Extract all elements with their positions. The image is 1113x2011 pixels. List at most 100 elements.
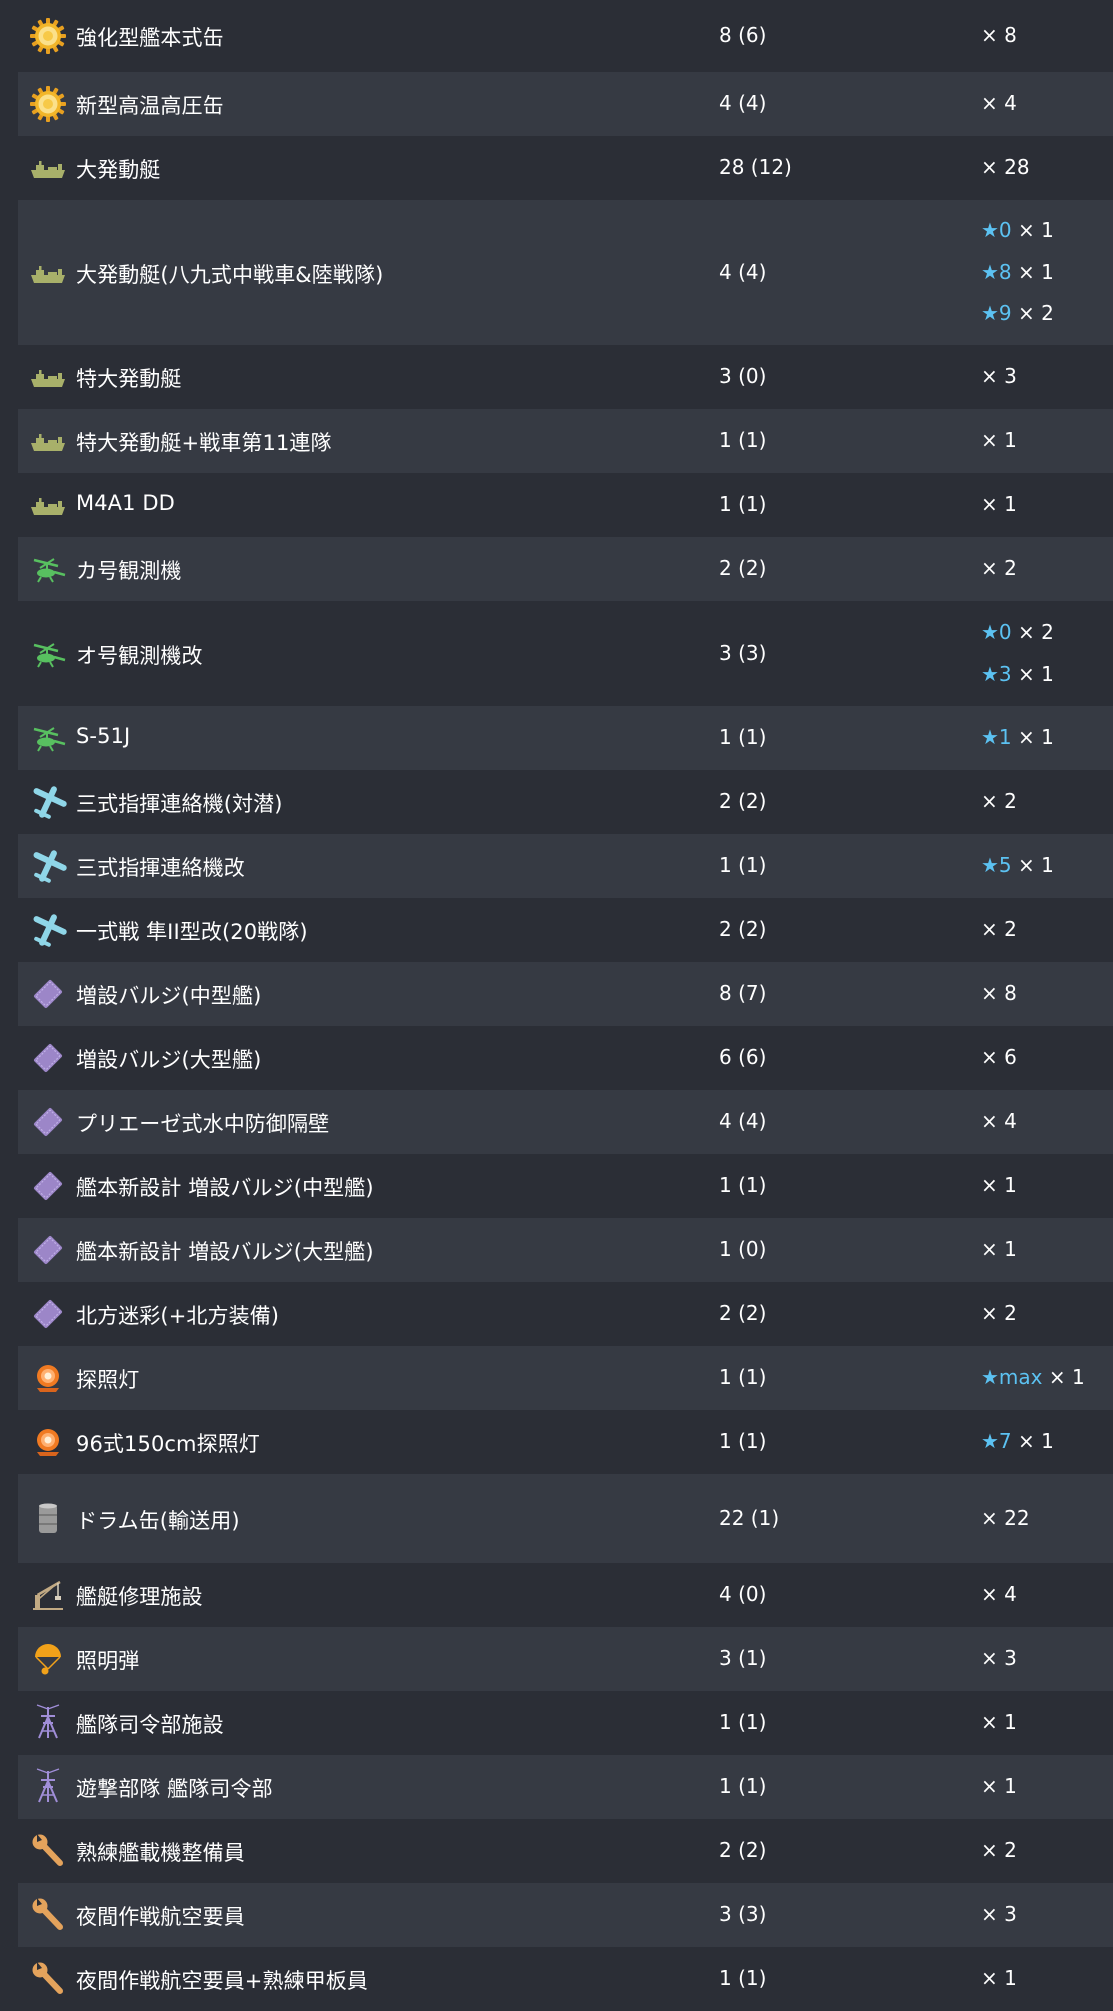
equipment-row[interactable]: 96式150cm探照灯 1 (1) ★7 × 1 [18,1410,1113,1474]
equipment-name: 探照灯 [76,1368,140,1392]
equipment-row[interactable]: 特大発動艇 3 (0) × 3 [18,345,1113,409]
equipment-row[interactable]: 三式指揮連絡機(対潜) 2 (2) × 2 [18,770,1113,834]
quantity-value: × 3 [981,1902,1017,1927]
landing-craft-icon [28,485,68,525]
equipment-name: 増設バルジ(中型艦) [76,984,262,1008]
equipment-row[interactable]: 艦艇修理施設 4 (0) × 4 [18,1563,1113,1627]
equipment-name: 強化型艦本式缶 [76,26,224,50]
improvement-quantities: × 2 [981,909,1017,951]
bulge-icon [28,1166,68,1206]
quantity-line: × 3 [981,1894,1017,1936]
improvement-quantities: × 2 [981,1293,1017,1335]
equipment-name: 一式戦 隼II型改(20戦隊) [76,920,308,944]
quantity-line: × 1 [981,420,1017,462]
improvement-level: ★3 [981,661,1012,686]
quantity-line: ★9 × 2 [981,293,1054,335]
equipment-count: 3 (1) [719,1646,767,1670]
equipment-row[interactable]: 特大発動艇+戦車第11連隊 1 (1) × 1 [18,409,1113,473]
wrench-icon [28,1895,68,1935]
quantity-value: × 4 [981,1109,1017,1134]
drum-canister-icon [28,1499,68,1539]
equipment-row[interactable]: 一式戦 隼II型改(20戦隊) 2 (2) × 2 [18,898,1113,962]
quantity-value: × 4 [981,1582,1017,1607]
quantity-value: × 2 [1018,620,1054,644]
improvement-quantities: × 1 [981,420,1017,462]
autogyro-icon [28,634,68,674]
equipment-count: 2 (2) [719,1301,767,1325]
equipment-name: 艦隊司令部施設 [76,1713,224,1737]
quantity-line: × 2 [981,781,1017,823]
quantity-value: × 1 [1018,1429,1054,1454]
equipment-list: 強化型艦本式缶 8 (6) × 8 新型高温高圧缶 4 (4) × 4 大発動艇 28 (12… [18,0,1113,2011]
quantity-line: × 4 [981,1574,1017,1616]
quantity-line: × 1 [981,1958,1017,2000]
equipment-row[interactable]: S-51J 1 (1) ★1 × 1 [18,706,1113,770]
improvement-quantities: × 4 [981,83,1017,125]
quantity-value: × 2 [981,1838,1017,1863]
quantity-line: × 3 [981,356,1017,398]
improvement-level: ★max [981,1365,1043,1390]
equipment-row[interactable]: カ号観測機 2 (2) × 2 [18,537,1113,601]
improvement-quantities: × 2 [981,1830,1017,1872]
equipment-name: 艦本新設計 増設バルジ(大型艦) [76,1240,374,1264]
equipment-row[interactable]: 探照灯 1 (1) ★max × 1 [18,1346,1113,1410]
equipment-row[interactable]: オ号観測機改 3 (3) ★0 × 2 ★3 × 1 [18,601,1113,706]
repair-facility-icon [28,1575,68,1615]
equipment-count: 1 (1) [719,1429,767,1453]
quantity-value: × 1 [1018,661,1054,686]
quantity-line: × 28 [981,147,1030,189]
equipment-row[interactable]: 北方迷彩(+北方装備) 2 (2) × 2 [18,1282,1113,1346]
equipment-count: 3 (0) [719,364,767,388]
equipment-row[interactable]: 増設バルジ(大型艦) 6 (6) × 6 [18,1026,1113,1090]
equipment-row[interactable]: M4A1 DD 1 (1) × 1 [18,473,1113,537]
landing-craft-icon [28,253,68,293]
equipment-row[interactable]: 夜間作戦航空要員+熟練甲板員 1 (1) × 1 [18,1947,1113,2011]
improvement-quantities: × 1 [981,1229,1017,1271]
equipment-row[interactable]: 新型高温高圧缶 4 (4) × 4 [18,72,1113,136]
improvement-level: ★1 [981,725,1012,750]
equipment-row[interactable]: 艦本新設計 増設バルジ(中型艦) 1 (1) × 1 [18,1154,1113,1218]
quantity-value: × 1 [981,1966,1017,1991]
equipment-name: 特大発動艇+戦車第11連隊 [76,431,332,455]
liaison-aircraft-icon [28,846,68,886]
equipment-row[interactable]: 遊撃部隊 艦隊司令部 1 (1) × 1 [18,1755,1113,1819]
equipment-name: 艦艇修理施設 [76,1585,203,1609]
autogyro-icon [28,549,68,589]
quantity-value: × 22 [981,1505,1030,1530]
equipment-row[interactable]: 大発動艇 28 (12) × 28 [18,136,1113,200]
equipment-row[interactable]: 夜間作戦航空要員 3 (3) × 3 [18,1883,1113,1947]
improvement-quantities: × 22 [981,1498,1030,1540]
improvement-level: ★9 [981,301,1012,326]
equipment-count: 22 (1) [719,1505,780,1530]
quantity-value: × 8 [981,981,1017,1006]
quantity-line: ★0 × 2 [981,612,1054,654]
equipment-name: 新型高温高圧缶 [76,94,224,118]
bulge-icon [28,1294,68,1334]
improvement-level: ★7 [981,1429,1012,1454]
equipment-name: 大発動艇 [76,158,161,182]
quantity-line: × 1 [981,1165,1017,1207]
equipment-row[interactable]: 照明弾 3 (1) × 3 [18,1627,1113,1691]
equipment-row[interactable]: 強化型艦本式缶 8 (6) × 8 [18,0,1113,72]
equipment-count: 4 (4) [719,259,767,284]
quantity-value: × 6 [981,1045,1017,1070]
equipment-count: 1 (1) [719,725,767,749]
quantity-line: ★7 × 1 [981,1421,1054,1463]
equipment-row[interactable]: 艦本新設計 増設バルジ(大型艦) 1 (0) × 1 [18,1218,1113,1282]
star-shell-icon [28,1639,68,1679]
boiler-icon [28,16,68,56]
equipment-row[interactable]: プリエーゼ式水中防御隔壁 4 (4) × 4 [18,1090,1113,1154]
equipment-row[interactable]: 艦隊司令部施設 1 (1) × 1 [18,1691,1113,1755]
bulge-icon [28,1038,68,1078]
bulge-icon [28,1102,68,1142]
equipment-row[interactable]: 大発動艇(八九式中戦車&陸戦隊) 4 (4) ★0 × 1 ★8 × 1 ★9 × 2 [18,200,1113,345]
equipment-name: 照明弾 [76,1649,140,1673]
equipment-row[interactable]: 増設バルジ(中型艦) 8 (7) × 8 [18,962,1113,1026]
equipment-row[interactable]: 三式指揮連絡機改 1 (1) ★5 × 1 [18,834,1113,898]
equipment-count: 2 (2) [719,917,767,941]
improvement-quantities: × 2 [981,548,1017,590]
equipment-name: カ号観測機 [76,559,182,583]
equipment-row[interactable]: 熟練艦載機整備員 2 (2) × 2 [18,1819,1113,1883]
equipment-count: 3 (3) [719,640,767,665]
equipment-row[interactable]: ドラム缶(輸送用) 22 (1) × 22 [18,1474,1113,1563]
